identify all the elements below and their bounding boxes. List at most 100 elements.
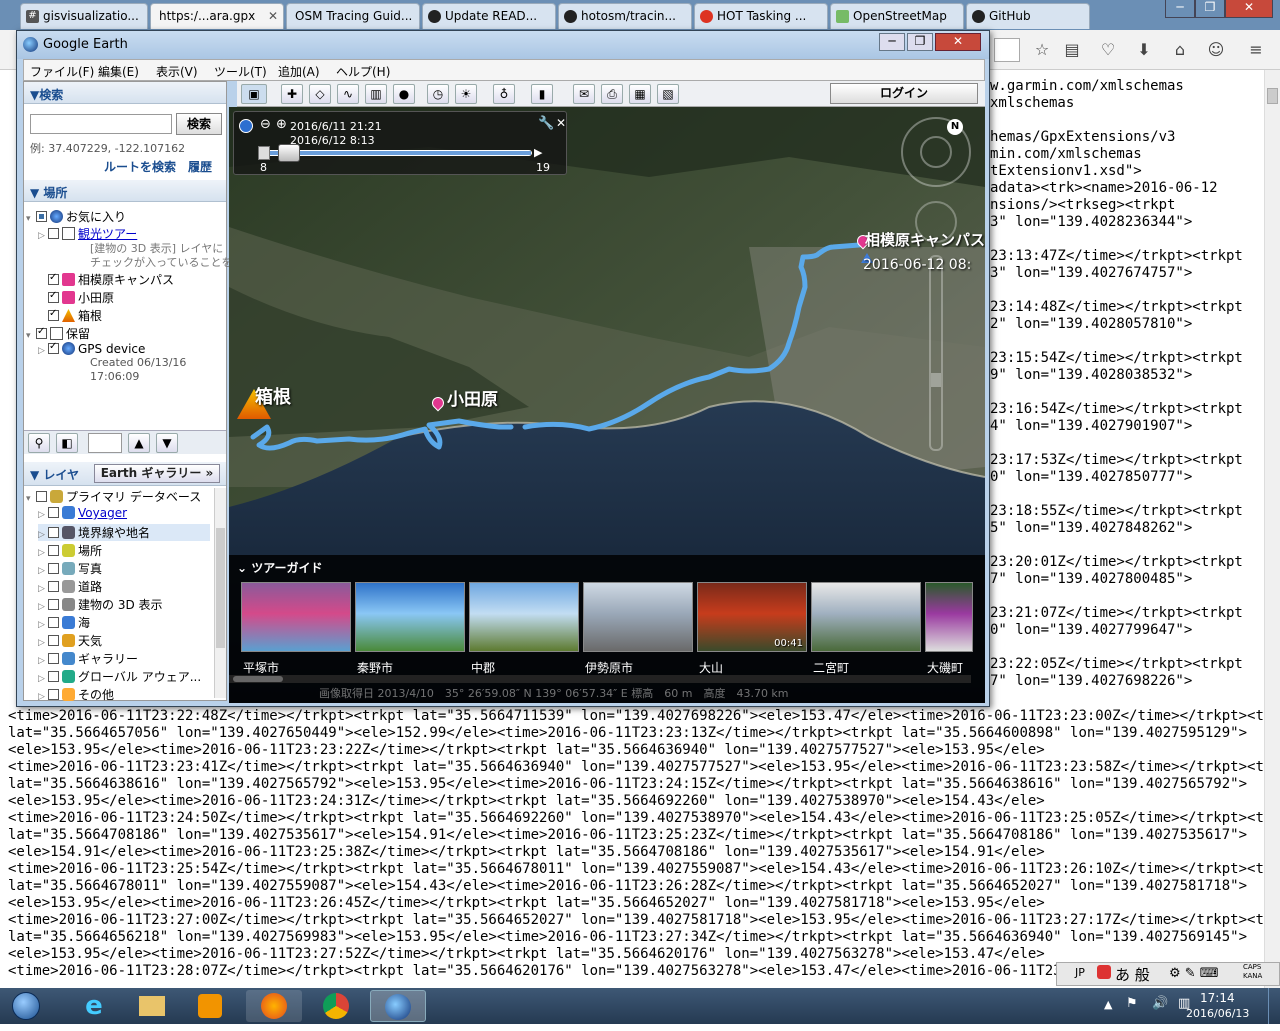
move-down-icon[interactable]: ▼: [156, 433, 178, 453]
home-icon[interactable]: ⌂: [1170, 40, 1190, 60]
search-places-icon[interactable]: ⚲: [28, 433, 50, 453]
historical-imagery-icon[interactable]: ◷: [427, 84, 449, 104]
tour-thumbnail[interactable]: [355, 582, 465, 652]
layer-item[interactable]: ▷ 写真: [38, 560, 102, 577]
layer-item[interactable]: ▷ その他: [38, 686, 114, 703]
opacity-field[interactable]: [88, 433, 122, 453]
browser-tab-4[interactable]: Update READ...: [422, 3, 556, 29]
ge-minimize-button[interactable]: ─: [879, 33, 905, 51]
tour-thumbnail[interactable]: [241, 582, 351, 652]
layer-item[interactable]: ▷ 場所: [38, 542, 102, 559]
layer-item[interactable]: ▷ 道路: [38, 578, 102, 595]
add-path-icon[interactable]: ∿: [337, 84, 359, 104]
zoom-slider[interactable]: [929, 255, 943, 451]
time-close-icon[interactable]: ✕: [556, 116, 566, 130]
menu-tools[interactable]: ツール(T): [214, 63, 267, 80]
print-icon[interactable]: ⎙: [601, 84, 623, 104]
menu-view[interactable]: 表示(V): [156, 63, 198, 80]
add-placemark-icon[interactable]: ✚: [281, 84, 303, 104]
route-search-link[interactable]: ルートを検索: [104, 158, 176, 175]
url-input[interactable]: [994, 38, 1020, 62]
sunlight-icon[interactable]: ☀: [455, 84, 477, 104]
ge-maximize-button[interactable]: ❐: [907, 33, 933, 51]
browser-tab-7[interactable]: OpenStreetMap: [830, 3, 964, 29]
clock-time[interactable]: 17:14: [1200, 991, 1235, 1005]
time-settings-icon[interactable]: 🔧: [538, 116, 554, 131]
layer-item[interactable]: ▷ ギャラリー: [38, 650, 138, 667]
tree-gps-device[interactable]: ▷GPS device: [38, 341, 145, 356]
taskbar-ie-icon[interactable]: e: [66, 990, 122, 1022]
browser-tab-6[interactable]: HOT Tasking ...: [694, 3, 828, 29]
tour-thumbnail[interactable]: [469, 582, 579, 652]
zoom-in-time-icon[interactable]: ⊕: [276, 117, 287, 132]
layer-item[interactable]: ▷ 境界線や地名: [38, 524, 210, 541]
play-icon[interactable]: ▶: [534, 146, 542, 159]
download-icon[interactable]: ⬇: [1134, 40, 1154, 60]
show-hidden-icons[interactable]: ▲: [1104, 998, 1112, 1011]
ruler-icon[interactable]: ▮: [531, 84, 553, 104]
zoom-out-time-icon[interactable]: ⊖: [260, 117, 271, 132]
tree-temporary[interactable]: ▾保留: [26, 325, 90, 342]
hello-icon[interactable]: ☺: [1206, 40, 1226, 60]
browser-tab-3[interactable]: OSM Tracing Guid...: [286, 3, 420, 29]
scroll-thumb[interactable]: [1267, 88, 1278, 104]
time-range-handle[interactable]: [278, 144, 301, 162]
taskbar-chrome-icon[interactable]: [308, 990, 364, 1022]
browser-maximize-button[interactable]: ❐: [1195, 0, 1225, 18]
taskbar-google-earth-icon[interactable]: [370, 990, 426, 1022]
menu-edit[interactable]: 編集(E): [98, 63, 139, 80]
menu-add[interactable]: 追加(A): [278, 63, 320, 80]
north-compass-icon[interactable]: N: [947, 119, 963, 135]
layers-scroll-thumb[interactable]: [216, 528, 225, 648]
layer-item[interactable]: ▷ Voyager: [38, 506, 127, 520]
taskbar-explorer-icon[interactable]: [124, 990, 180, 1022]
add-polygon-icon[interactable]: ◇: [309, 84, 331, 104]
layer-item[interactable]: ▷ 建物の 3D 表示: [38, 596, 163, 613]
layer-item[interactable]: ▷ グローバル アウェア...: [38, 668, 201, 685]
earth-gallery-button[interactable]: Earth ギャラリー »: [94, 464, 220, 483]
browser-tab-8[interactable]: GitHub: [966, 3, 1090, 29]
search-input[interactable]: [30, 114, 172, 134]
page-scrollbar[interactable]: [1264, 70, 1280, 988]
volume-icon[interactable]: 🔊: [1152, 996, 1168, 1011]
browser-tab-2[interactable]: https:/...ara.gpx ✕: [150, 3, 284, 29]
record-tour-icon[interactable]: ●: [393, 84, 415, 104]
tour-thumbnail[interactable]: [925, 582, 973, 652]
earth-map-view[interactable]: 箱根 小田原 相模原キャンパス 2016-06-12 08: N ⊖ ⊕ 201…: [229, 107, 985, 703]
reading-list-icon[interactable]: ▤: [1062, 40, 1082, 60]
places-panel-header[interactable]: ▼ 場所: [24, 180, 226, 202]
history-link[interactable]: 履歴: [188, 158, 212, 175]
email-icon[interactable]: ✉: [573, 84, 595, 104]
browser-close-button[interactable]: ✕: [1225, 0, 1273, 18]
close-tab-icon[interactable]: ✕: [268, 9, 278, 23]
ge-close-button[interactable]: ✕: [935, 33, 981, 51]
move-up-icon[interactable]: ▲: [128, 433, 150, 453]
show-desktop-button[interactable]: [1268, 988, 1280, 1024]
flag-icon[interactable]: ⚑: [1126, 996, 1138, 1011]
ime-lang[interactable]: JP: [1075, 966, 1085, 979]
login-button[interactable]: ログイン: [830, 83, 978, 104]
layer-item[interactable]: ▷ 海: [38, 614, 90, 631]
planets-icon[interactable]: ♁: [493, 84, 515, 104]
add-overlay-icon[interactable]: ▥: [365, 84, 387, 104]
tour-guide-header[interactable]: ⌄ ツアーガイド: [237, 559, 323, 576]
tree-favorites[interactable]: ▾ お気に入り: [26, 208, 126, 225]
browser-minimize-button[interactable]: ─: [1165, 0, 1195, 18]
browser-tab-1[interactable]: # gisvisualizatio...: [20, 3, 148, 29]
save-image-icon[interactable]: ▦: [629, 84, 651, 104]
start-button[interactable]: [4, 988, 50, 1024]
menu-icon[interactable]: ≡: [1246, 40, 1266, 60]
panel-toggle-icon[interactable]: ◧: [56, 433, 78, 453]
browser-tab-5[interactable]: hotosm/tracin...: [558, 3, 692, 29]
time-track[interactable]: [262, 150, 532, 156]
tree-item-hakone[interactable]: 箱根: [48, 307, 102, 324]
ime-mode[interactable]: あ 般: [1115, 964, 1150, 985]
zoom-slider-thumb[interactable]: [931, 373, 941, 387]
tour-scrollbar[interactable]: [229, 675, 971, 683]
tour-scroll-thumb[interactable]: [233, 676, 283, 682]
layer-item[interactable]: ▷ 天気: [38, 632, 102, 649]
time-left-handle[interactable]: [258, 146, 270, 160]
look-inner-ring[interactable]: [920, 136, 952, 168]
pocket-icon[interactable]: ♡: [1098, 40, 1118, 60]
ime-tools-icon[interactable]: ⚙ ✎ ⌨: [1169, 966, 1219, 981]
